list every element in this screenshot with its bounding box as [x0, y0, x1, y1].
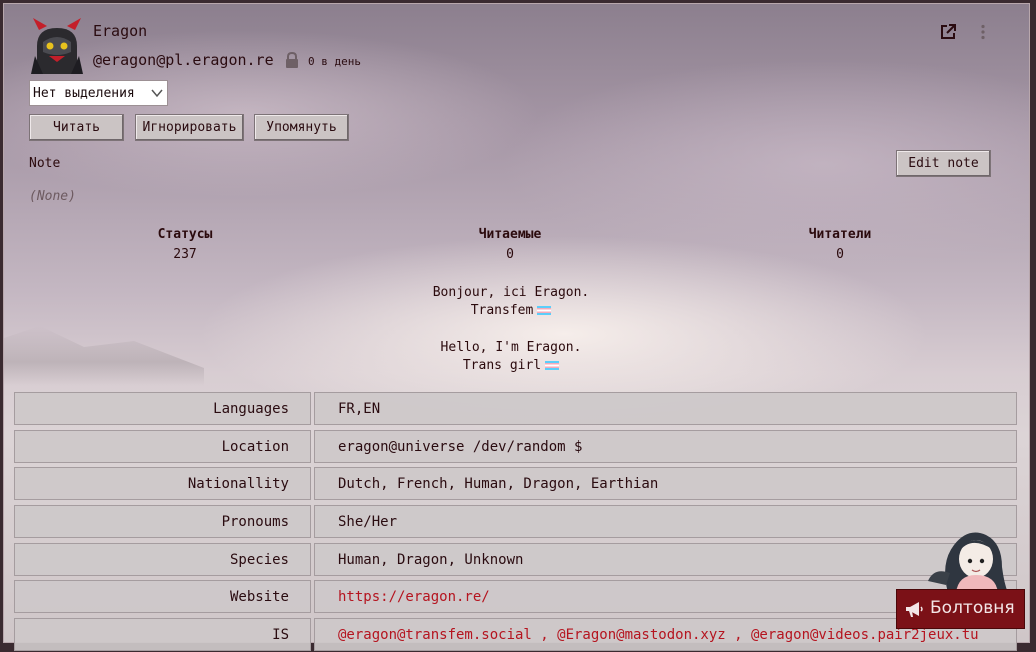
chat-button-label: Болтовня [930, 598, 1015, 618]
lock-icon [286, 52, 298, 68]
stat-statuses[interactable]: Статусы 237 [85, 227, 285, 262]
field-row: Location eragon@universe /dev/random $ [14, 429, 1017, 463]
field-row: Languages FR,EN [14, 392, 1017, 425]
chat-mascot-image [928, 532, 1008, 593]
field-name: Species [14, 542, 311, 576]
follow-button[interactable]: Читать [29, 114, 124, 141]
bio-line: Trans girl [462, 358, 542, 373]
edit-note-button[interactable]: Edit note [896, 150, 991, 177]
bio-line: Transfem [470, 303, 534, 318]
avatar[interactable] [29, 16, 85, 74]
field-row: Species Human, Dragon, Unknown [14, 542, 1017, 576]
field-row: Nationallity Dutch, French, Human, Drago… [14, 467, 1017, 500]
field-name: IS [14, 618, 311, 651]
note-label: Note [29, 156, 61, 171]
note-value: (None) [29, 189, 76, 204]
chat-button[interactable]: Болтовня [896, 589, 1025, 629]
ignore-button[interactable]: Игнорировать [135, 114, 244, 141]
stat-value: 237 [173, 247, 197, 262]
field-value: FR,EN [314, 392, 1017, 425]
background-hills [4, 326, 204, 386]
bio-line-with-flag: Trans girl [311, 357, 711, 375]
bio: Bonjour, ici Eragon. Transfem Hello, I'm… [311, 284, 711, 375]
trans-flag-icon [537, 306, 552, 315]
field-row: IS @eragon@transfem.social , @Eragon@mas… [14, 618, 1017, 651]
highlight-select-value: Нет выделения [33, 86, 135, 101]
field-value: She/Her [314, 505, 1017, 538]
stat-label: Читатели [808, 227, 872, 242]
field-name: Languages [14, 392, 311, 425]
stat-following[interactable]: Читаемые 0 [410, 227, 610, 262]
stat-label: Статусы [157, 227, 213, 242]
chevron-down-icon [151, 89, 163, 98]
megaphone-icon [906, 602, 923, 617]
website-link[interactable]: https://eragon.re/ [338, 589, 490, 605]
field-name: Pronoums [14, 505, 311, 538]
field-value: Dutch, French, Human, Dragon, Earthian [314, 467, 1017, 500]
trans-flag-icon [545, 361, 560, 370]
account-handle[interactable]: @eragon@pl.eragon.re [93, 51, 274, 69]
profile-card: Eragon @eragon@pl.eragon.re 0 в день Нет… [3, 3, 1030, 651]
field-name: Nationallity [14, 467, 311, 500]
field-name: Location [14, 429, 311, 463]
field-name: Website [14, 580, 311, 613]
field-row: Pronoums She/Her [14, 505, 1017, 538]
bio-line: Hello, I'm Eragon. [440, 340, 582, 355]
bio-line-with-flag: Transfem [311, 302, 711, 320]
external-link-icon[interactable] [939, 23, 957, 41]
stat-value: 0 [506, 247, 514, 262]
field-value: Human, Dragon, Unknown [314, 542, 1017, 576]
highlight-select[interactable]: Нет выделения [29, 80, 168, 106]
is-accounts-links[interactable]: @eragon@transfem.social , @Eragon@mastod… [338, 627, 979, 643]
stat-label: Читаемые [478, 227, 542, 242]
vertical-ellipsis-icon[interactable] [974, 23, 992, 41]
field-value: eragon@universe /dev/random $ [314, 429, 1017, 463]
posts-per-day: 0 в день [308, 55, 361, 68]
field-row: Website https://eragon.re/ [14, 580, 1017, 613]
stat-followers[interactable]: Читатели 0 [740, 227, 940, 262]
mention-button[interactable]: Упомянуть [254, 114, 349, 141]
bio-line: Bonjour, ici Eragon. [432, 285, 590, 300]
stat-value: 0 [836, 247, 844, 262]
display-name: Eragon [93, 22, 148, 40]
